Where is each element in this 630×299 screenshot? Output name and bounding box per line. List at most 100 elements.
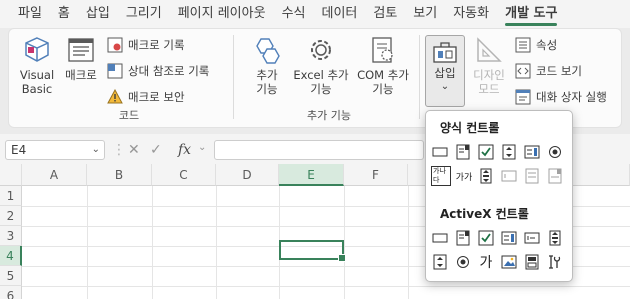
name-box-value: E4 [11, 143, 27, 157]
menu-data[interactable]: 데이터 [313, 0, 365, 28]
visual-basic-button[interactable]: Visual Basic [17, 35, 57, 96]
more-options-icon: ⋮ [112, 142, 126, 158]
menu-page-layout[interactable]: 페이지 레이아웃 [170, 0, 274, 28]
group-divider [233, 35, 234, 119]
label-control-label: 가가 [455, 172, 473, 183]
design-mode-button[interactable]: 디자인 모드 [469, 35, 509, 96]
select-all-corner[interactable] [0, 164, 22, 186]
row-header[interactable]: 3 [0, 226, 22, 246]
grid-line [408, 186, 409, 299]
chevron-down-icon[interactable]: ⌄ [198, 142, 206, 153]
activex-combo-box-icon[interactable] [454, 229, 472, 247]
column-header[interactable]: F [344, 164, 408, 186]
spin-button-control-icon[interactable] [500, 143, 518, 161]
run-dialog-button[interactable]: 대화 상자 실행 [515, 87, 607, 107]
activex-image-icon[interactable] [500, 253, 518, 271]
activex-label-glyph: 가 [479, 255, 493, 271]
activex-command-button-icon[interactable] [431, 229, 449, 247]
insert-controls-button[interactable]: 삽입 ⌄ [425, 35, 465, 107]
list-box-control-icon[interactable] [523, 143, 541, 161]
row-header[interactable]: 6 [0, 286, 22, 299]
properties-label: 속성 [536, 38, 558, 52]
macro-button[interactable]: 매크로 [61, 35, 101, 82]
excel-addins-button[interactable]: Excel 추가 기능 [291, 35, 351, 96]
column-header[interactable]: C [152, 164, 216, 186]
menu-automate[interactable]: 자동화 [445, 0, 497, 28]
visual-basic-label: Visual Basic [19, 68, 55, 96]
menu-review[interactable]: 검토 [365, 0, 405, 28]
menu-view[interactable]: 보기 [405, 0, 445, 28]
more-controls-icon[interactable] [546, 253, 564, 271]
view-code-button[interactable]: 코드 보기 [515, 61, 582, 81]
row-header[interactable]: 2 [0, 206, 22, 226]
row-header[interactable]: 1 [0, 186, 22, 206]
macro-security-button[interactable]: 매크로 보안 [107, 87, 185, 107]
menu-file[interactable]: 파일 [10, 0, 50, 28]
label-control-icon[interactable]: 가가 [454, 167, 474, 185]
properties-button[interactable]: 속성 [515, 35, 557, 55]
addins-group-label: 추가 기능 [307, 109, 351, 122]
relative-reference-icon [107, 63, 123, 79]
column-header-selected[interactable]: E [279, 164, 344, 186]
addins-button[interactable]: 추가 기능 [245, 35, 289, 96]
code-group-label: 코드 [118, 109, 140, 122]
enter-icon[interactable]: ✓ [150, 142, 162, 158]
toolbox-icon [433, 42, 457, 63]
scroll-bar-control-icon[interactable] [477, 167, 495, 185]
activex-spin-button-icon[interactable] [431, 253, 449, 271]
run-dialog-label: 대화 상자 실행 [536, 90, 607, 104]
chevron-down-icon[interactable]: ⌄ [92, 141, 100, 159]
view-code-label: 코드 보기 [536, 64, 582, 78]
menu-home[interactable]: 홈 [50, 0, 78, 28]
column-header[interactable]: B [87, 164, 152, 186]
insert-controls-label: 삽입 [434, 66, 456, 80]
record-macro-icon [107, 37, 123, 53]
active-cell[interactable] [279, 240, 346, 262]
menu-draw[interactable]: 그리기 [118, 0, 170, 28]
excel-addins-label: Excel 추가 기능 [293, 68, 349, 96]
menu-developer[interactable]: 개발 도구 [497, 0, 565, 28]
grid-line [344, 186, 345, 299]
activex-checkbox-icon[interactable] [477, 229, 495, 247]
activex-controls-title: ActiveX 컨트롤 [440, 207, 529, 221]
row-header[interactable]: 5 [0, 266, 22, 286]
run-dialog-icon [515, 89, 531, 105]
button-control-icon[interactable] [431, 143, 449, 161]
activex-toggle-button-icon[interactable] [523, 253, 541, 271]
group-divider [419, 35, 420, 119]
relative-reference-button[interactable]: 상대 참조로 기록 [107, 61, 209, 81]
column-header[interactable]: D [216, 164, 279, 186]
insert-controls-dropdown: 양식 컨트롤 가나다 가가 ActiveX 컨트롤 가 [425, 110, 573, 282]
menu-formulas[interactable]: 수식 [274, 0, 314, 28]
insert-function-icon[interactable]: fx [178, 142, 191, 158]
name-box[interactable]: E4 ⌄ [5, 140, 105, 160]
formula-input[interactable] [214, 140, 424, 160]
properties-icon [515, 37, 531, 53]
macro-label: 매크로 [65, 68, 97, 82]
macro-security-label: 매크로 보안 [128, 90, 185, 104]
com-addins-icon [372, 37, 393, 63]
addins-icon [256, 38, 280, 64]
row-header-selected[interactable]: 4 [0, 246, 22, 266]
grid-line [87, 186, 88, 299]
option-button-control-icon[interactable] [546, 143, 564, 161]
group-box-control-icon[interactable]: 가나다 [431, 166, 451, 186]
gear-icon [311, 40, 331, 60]
com-addins-button[interactable]: COM 추가 기능 [353, 35, 413, 96]
combo-box-control-icon[interactable] [454, 143, 472, 161]
activex-scroll-bar-icon[interactable] [546, 229, 564, 247]
form-controls-title: 양식 컨트롤 [440, 121, 500, 135]
menu-insert[interactable]: 삽입 [78, 0, 118, 28]
grid-line [22, 286, 630, 287]
activex-label-icon[interactable]: 가 [477, 253, 495, 271]
activex-list-box-icon[interactable] [500, 229, 518, 247]
checkbox-control-icon[interactable] [477, 143, 495, 161]
activex-text-box-icon[interactable] [523, 229, 541, 247]
record-macro-button[interactable]: 매크로 기록 [107, 35, 185, 55]
view-code-icon [515, 63, 531, 79]
cancel-icon[interactable]: ✕ [128, 142, 140, 158]
grid-line [216, 186, 217, 299]
activex-option-button-icon[interactable] [454, 253, 472, 271]
column-header[interactable]: A [22, 164, 87, 186]
design-mode-icon [477, 37, 502, 62]
